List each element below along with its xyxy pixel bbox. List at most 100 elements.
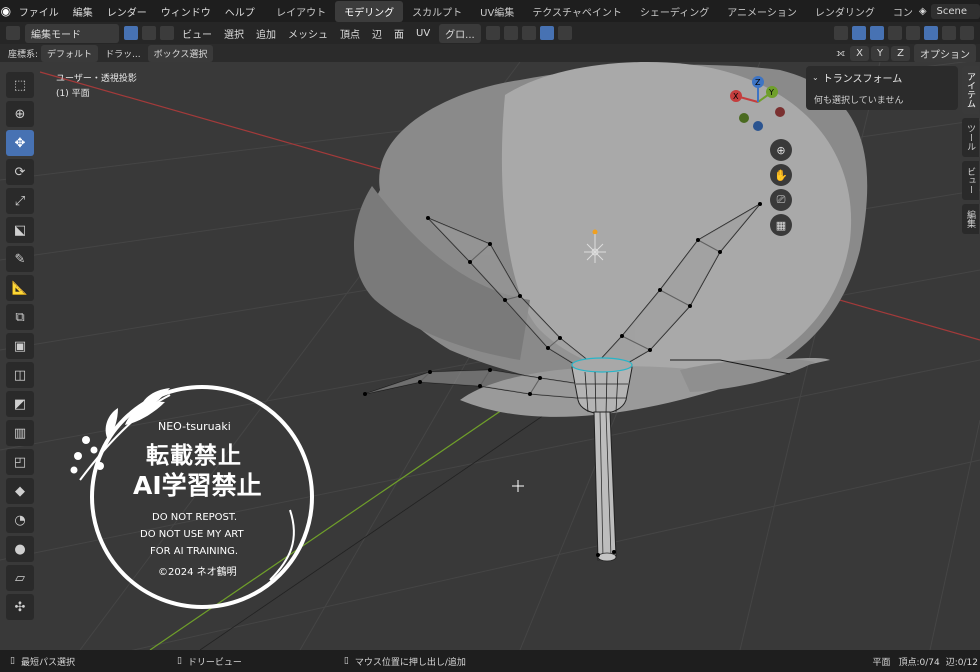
panel-title[interactable]: トランスフォーム — [823, 70, 903, 85]
mode-dropdown[interactable]: 編集モード — [25, 23, 119, 43]
top-menu-bar: ◉ ファイル 編集 レンダー ウィンドウ ヘルプ レイアウト モデリング スカル… — [0, 0, 980, 22]
tab-uv-editing[interactable]: UV編集 — [471, 1, 523, 22]
transform-orientation-dropdown[interactable]: グロ... — [439, 23, 481, 43]
navigation-gizmo[interactable]: X Y Z — [724, 70, 794, 136]
wireframe-shading-icon[interactable] — [906, 26, 920, 40]
tab-animation[interactable]: アニメーション — [718, 1, 806, 22]
tab-view[interactable]: ビュー — [962, 161, 979, 200]
mirror-y-toggle[interactable]: Y — [871, 45, 890, 61]
snap-target-icon[interactable] — [521, 26, 536, 40]
inset-tool[interactable]: ◫ — [6, 362, 34, 388]
annotate-tool[interactable]: ✎ — [6, 246, 34, 272]
tab-shading[interactable]: シェーディング — [631, 1, 718, 22]
poly-build-tool[interactable]: ◆ — [6, 478, 34, 504]
watermark-author: NEO-tsuruaki — [158, 420, 231, 433]
status-middle-hint: ドリービュー — [187, 657, 242, 668]
menu-uv[interactable]: UV — [410, 28, 436, 39]
pan-hand-icon[interactable]: ✋ — [770, 164, 792, 186]
camera-icon[interactable]: ⎚ — [770, 189, 792, 211]
snap-icon[interactable] — [503, 26, 518, 40]
tool-settings-bar: 座標系: デフォルト ドラッ... ボックス選択 ⟗ X Y Z オプション — [0, 43, 980, 63]
tab-modeling[interactable]: モデリング — [335, 0, 404, 22]
face-select-icon[interactable] — [160, 26, 174, 40]
smooth-tool[interactable]: ● — [6, 536, 34, 562]
select-box-tool[interactable]: ⬚ — [6, 72, 34, 98]
coord-label: 座標系: — [8, 49, 39, 60]
viewport-3d[interactable] — [0, 62, 980, 650]
cursor-tool[interactable]: ⊕ — [6, 101, 34, 127]
view-name-label: ユーザー・透視投影 — [56, 74, 137, 84]
transform-panel: ⌄ トランスフォーム 何も選択していません — [806, 66, 958, 110]
loop-cut-tool[interactable]: ▥ — [6, 420, 34, 446]
mirror-icon[interactable]: ⟗ — [832, 48, 849, 59]
scene-selector[interactable]: Scene — [930, 3, 980, 19]
overlay-toggle-icon[interactable] — [870, 26, 884, 40]
proportional-edit-icon[interactable] — [539, 26, 554, 40]
tab-layout[interactable]: レイアウト — [267, 1, 335, 22]
knife-tool[interactable]: ◰ — [6, 449, 34, 475]
object-info-label: (1) 平面 — [56, 89, 90, 99]
solid-shading-icon[interactable] — [924, 26, 938, 40]
options-dropdown[interactable]: オプション — [914, 43, 976, 63]
menu-add[interactable]: 追加 — [250, 26, 282, 41]
tab-edit[interactable]: 編集 — [962, 204, 979, 234]
gizmo-toggle-icon[interactable] — [852, 26, 866, 40]
menu-window[interactable]: ウィンドウ — [154, 4, 218, 19]
status-bar: ▯ 最短パス選択 ▯ ドリービュー ▯ マウス位置に押し出し/追加 平面 頂点:… — [0, 650, 980, 672]
scene-icon[interactable]: ◈ — [919, 6, 927, 17]
gizmo-neg-z-handle[interactable] — [753, 121, 763, 131]
menu-file[interactable]: ファイル — [12, 4, 66, 19]
perspective-grid-icon[interactable]: ▦ — [770, 214, 792, 236]
bevel-tool[interactable]: ◩ — [6, 391, 34, 417]
pivot-icon[interactable] — [485, 26, 500, 40]
editor-type-icon[interactable] — [6, 26, 20, 40]
visibility-icon[interactable] — [834, 26, 848, 40]
menu-vertex[interactable]: 頂点 — [334, 26, 366, 41]
menu-render[interactable]: レンダー — [100, 4, 154, 19]
add-cube-tool[interactable]: ⧉ — [6, 304, 34, 330]
material-shading-icon[interactable] — [942, 26, 956, 40]
tab-tool[interactable]: ツール — [962, 118, 979, 157]
menu-select[interactable]: 選択 — [218, 26, 250, 41]
menu-edit[interactable]: 編集 — [66, 4, 100, 19]
gizmo-neg-y-handle[interactable] — [739, 113, 749, 123]
vertex-select-icon[interactable] — [124, 26, 138, 40]
menu-view[interactable]: ビュー — [176, 26, 218, 41]
status-verts: 頂点:0/74 — [898, 657, 940, 668]
menu-mesh[interactable]: メッシュ — [282, 26, 334, 41]
coord-dropdown[interactable]: デフォルト — [41, 44, 99, 62]
menu-help[interactable]: ヘルプ — [218, 4, 262, 19]
zoom-icon[interactable]: ⊕ — [770, 139, 792, 161]
falloff-icon[interactable] — [557, 26, 572, 40]
rendered-shading-icon[interactable] — [960, 26, 974, 40]
measure-tool[interactable]: 📐 — [6, 275, 34, 301]
mirror-z-toggle[interactable]: Z — [891, 45, 910, 61]
drag-dropdown[interactable]: ボックス選択 — [147, 44, 214, 62]
blender-logo-icon[interactable]: ◉ — [0, 4, 12, 18]
gizmo-neg-x-handle[interactable] — [775, 107, 785, 117]
gizmo-x-label: X — [733, 92, 739, 101]
rotate-tool[interactable]: ⟳ — [6, 159, 34, 185]
extrude-tool[interactable]: ▣ — [6, 333, 34, 359]
panel-collapse-icon[interactable]: ⌄ — [812, 73, 819, 82]
mirror-x-toggle[interactable]: X — [850, 45, 870, 61]
status-object: 平面 — [872, 657, 891, 668]
tab-texture-paint[interactable]: テクスチャペイント — [523, 1, 631, 22]
scale-tool[interactable]: ⤢ — [6, 188, 34, 214]
move-tool[interactable]: ✥ — [6, 130, 34, 156]
tab-item[interactable]: アイテム — [962, 66, 979, 114]
tab-sculpt[interactable]: スカルプト — [403, 1, 471, 22]
transform-tool[interactable]: ⬕ — [6, 217, 34, 243]
tab-compositing[interactable]: コン — [884, 1, 915, 22]
shear-tool[interactable]: ▱ — [6, 565, 34, 591]
rip-tool[interactable]: ✣ — [6, 594, 34, 620]
watermark-en2: DO NOT USE MY ART — [140, 529, 244, 540]
spin-tool[interactable]: ◔ — [6, 507, 34, 533]
menu-face[interactable]: 面 — [388, 26, 410, 41]
tab-rendering[interactable]: レンダリング — [806, 1, 884, 22]
mouse-right-icon: ▯ — [343, 656, 349, 666]
menu-edge[interactable]: 辺 — [366, 26, 388, 41]
watermark-line1: 転載禁止 — [146, 443, 242, 469]
xray-icon[interactable] — [888, 26, 902, 40]
edge-select-icon[interactable] — [142, 26, 156, 40]
